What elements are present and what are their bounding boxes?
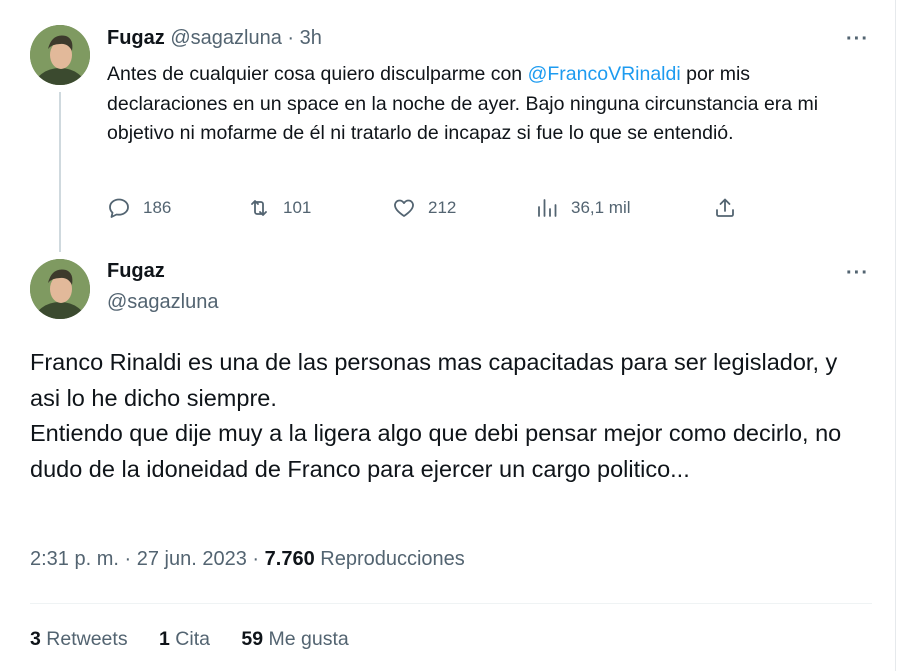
tweet-time[interactable]: 3h bbox=[300, 27, 322, 49]
quotes-stat[interactable]: 1 Cita bbox=[159, 628, 210, 650]
avatar[interactable] bbox=[30, 259, 90, 319]
heart-icon bbox=[394, 199, 414, 217]
reply-button[interactable]: 186 bbox=[107, 196, 171, 220]
reply-count: 186 bbox=[143, 198, 172, 217]
retweet-icon bbox=[251, 200, 267, 216]
tweet-text: Franco Rinaldi es una de las personas ma… bbox=[30, 345, 860, 487]
views-icon bbox=[538, 199, 557, 217]
like-button[interactable]: 212 bbox=[392, 196, 456, 220]
tweet-text-part: Antes de cualquier cosa quiero disculpar… bbox=[107, 63, 528, 85]
views-button[interactable]: 36,1 mil bbox=[535, 196, 631, 220]
likes-count: 59 bbox=[241, 628, 264, 650]
author-name[interactable]: Fugaz bbox=[107, 260, 165, 283]
engagement-stats: 3 Retweets 1 Cita 59 Me gusta bbox=[30, 628, 375, 651]
tweet-paragraph: Franco Rinaldi es una de las personas ma… bbox=[30, 349, 838, 411]
retweet-count: 101 bbox=[283, 198, 312, 217]
avatar[interactable] bbox=[30, 25, 90, 85]
column-border bbox=[895, 0, 896, 671]
quotes-label: Cita bbox=[175, 628, 210, 650]
quotes-count: 1 bbox=[159, 628, 170, 650]
author-handle[interactable]: @sagazluna bbox=[107, 291, 218, 314]
views-label: Reproducciones bbox=[320, 548, 465, 570]
separator-dot: · bbox=[124, 548, 132, 570]
separator-dot: · bbox=[252, 548, 260, 570]
retweets-stat[interactable]: 3 Retweets bbox=[30, 628, 128, 650]
tweet-actions: 186 101 212 36,1 mil bbox=[107, 196, 747, 226]
more-options-icon[interactable]: ··· bbox=[846, 262, 869, 285]
retweet-button[interactable]: 101 bbox=[247, 196, 311, 220]
views-count: 7.760 bbox=[264, 548, 315, 570]
tweet-date[interactable]: 27 jun. 2023 bbox=[137, 548, 247, 570]
divider bbox=[30, 603, 872, 604]
likes-label: Me gusta bbox=[268, 628, 349, 650]
reply-icon bbox=[109, 198, 129, 218]
author-handle[interactable]: @sagazluna bbox=[170, 27, 281, 49]
mention-link[interactable]: @FrancoVRinaldi bbox=[528, 63, 681, 85]
likes-stat[interactable]: 59 Me gusta bbox=[241, 628, 348, 650]
tweet-time[interactable]: 2:31 p. m. bbox=[30, 548, 119, 570]
tweet-paragraph: Entiendo que dije muy a la ligera algo q… bbox=[30, 420, 842, 482]
author-name[interactable]: Fugaz bbox=[107, 27, 165, 49]
like-count: 212 bbox=[428, 198, 457, 217]
retweets-label: Retweets bbox=[46, 628, 128, 650]
tweet-text: Antes de cualquier cosa quiero disculpar… bbox=[107, 60, 867, 149]
share-icon bbox=[716, 198, 734, 217]
tweet-header: Fugaz @sagazluna · 3h bbox=[107, 27, 322, 50]
more-options-icon[interactable]: ··· bbox=[846, 28, 869, 51]
share-button[interactable] bbox=[713, 196, 749, 220]
thread-line bbox=[59, 92, 61, 252]
views-count: 36,1 mil bbox=[571, 198, 631, 217]
tweet-meta: 2:31 p. m. · 27 jun. 2023 · 7.760 Reprod… bbox=[30, 548, 465, 571]
tweet-thread: Fugaz @sagazluna · 3h ··· Antes de cualq… bbox=[0, 0, 900, 671]
separator-dot: · bbox=[287, 27, 295, 49]
retweets-count: 3 bbox=[30, 628, 41, 650]
